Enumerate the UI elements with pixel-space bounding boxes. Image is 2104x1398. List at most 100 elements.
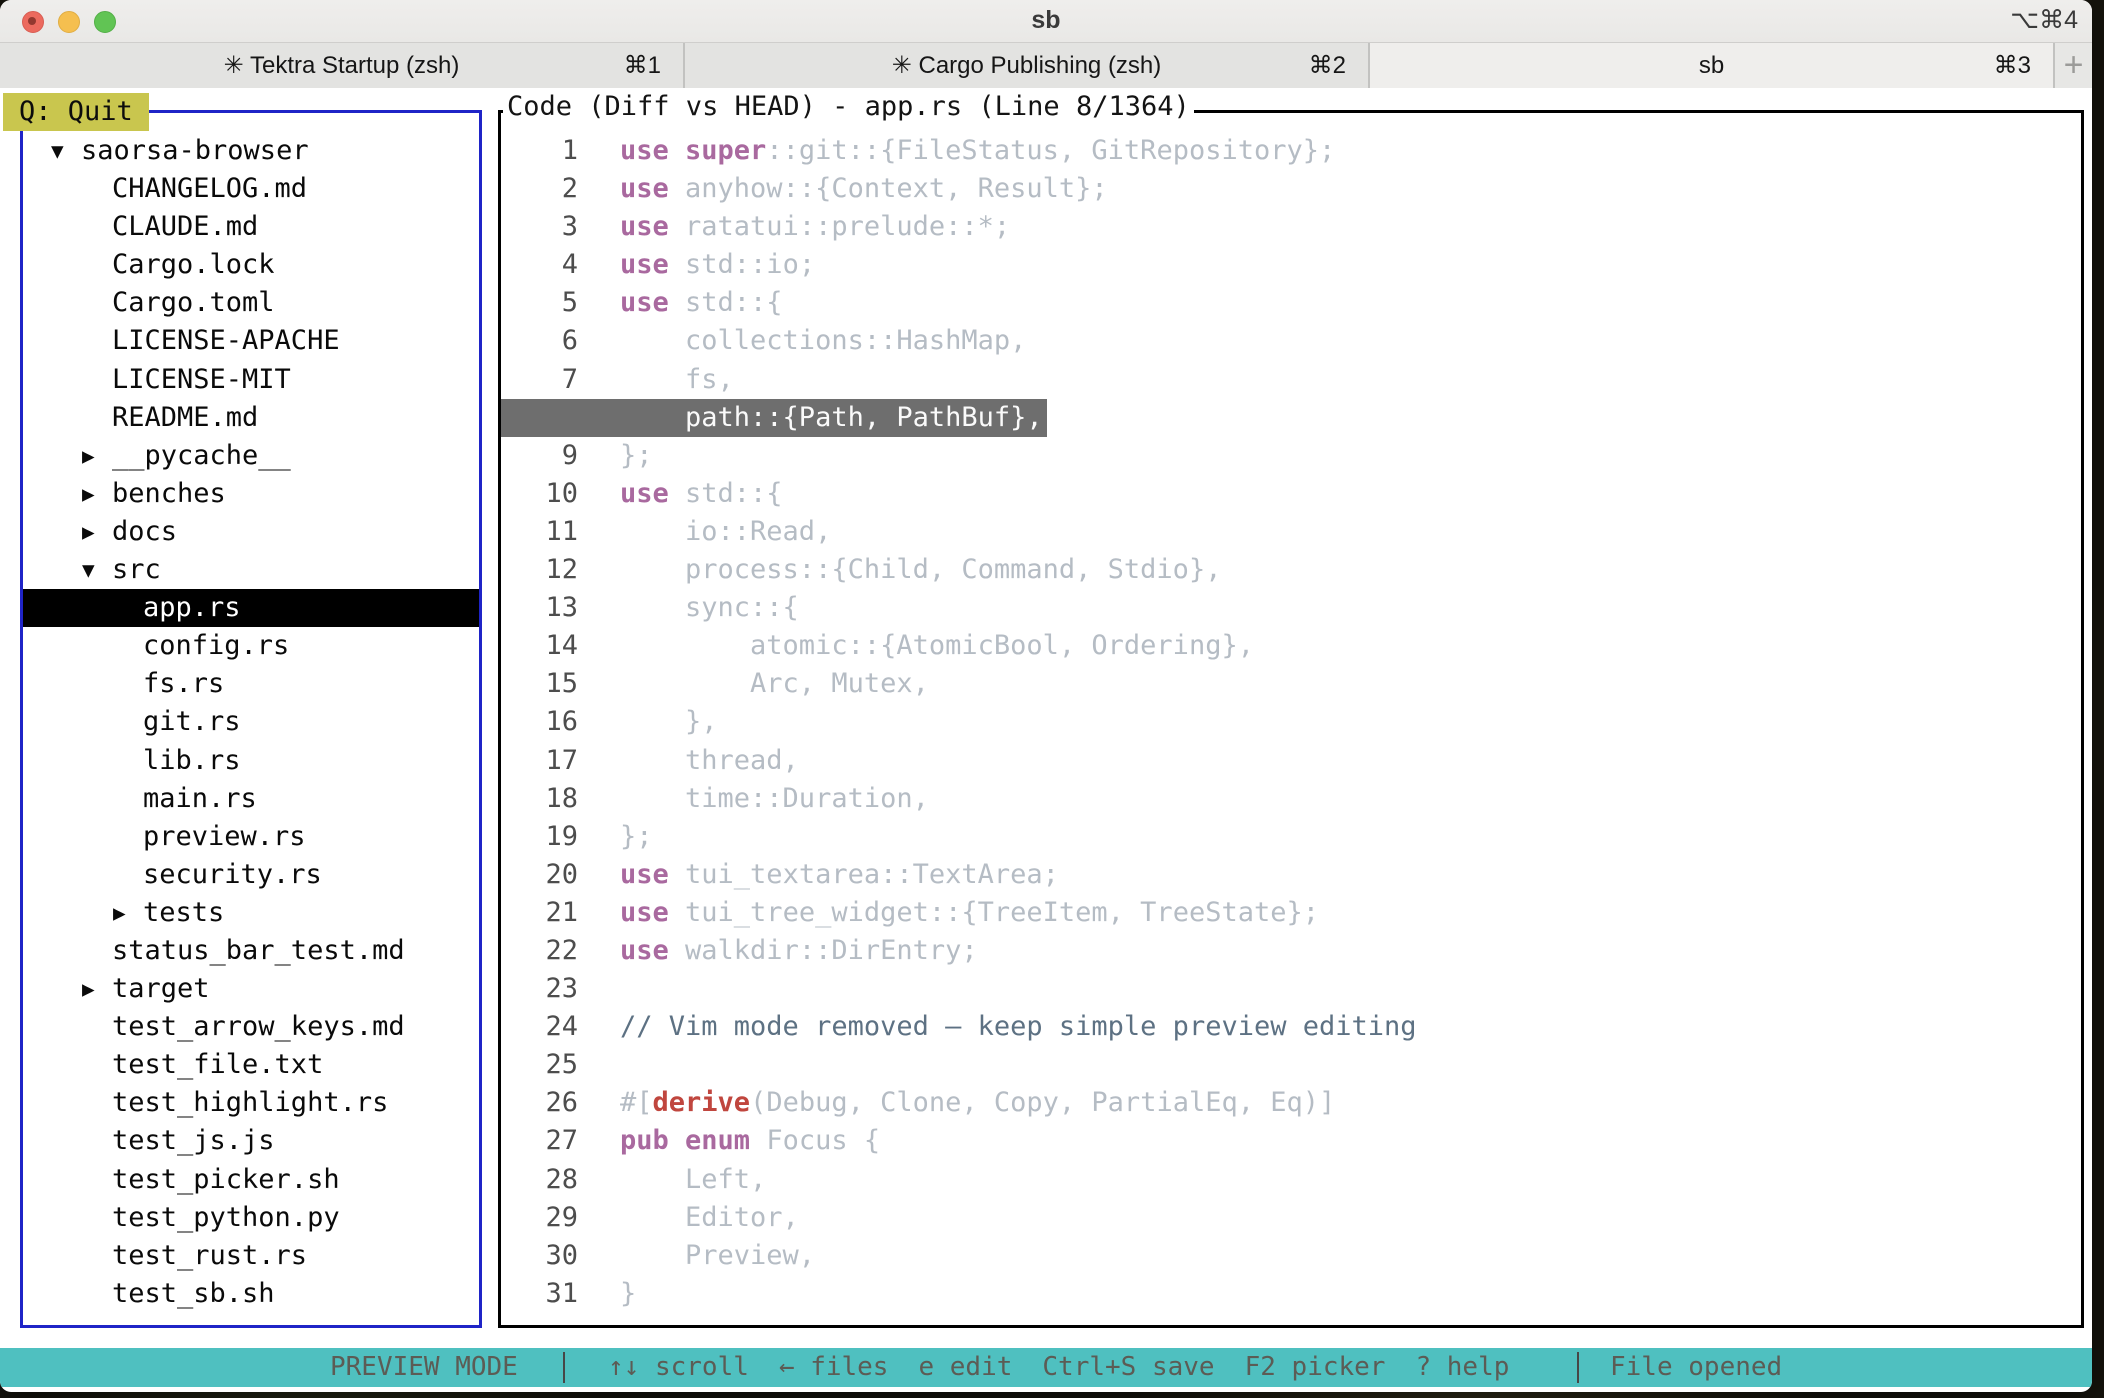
code-line[interactable]: 21use tui_tree_widget::{TreeItem, TreeSt… [501,894,2081,932]
disclosure-closed-icon[interactable]: ▶ [82,513,112,551]
code-line[interactable]: 4use std::io; [501,246,2081,284]
line-number: 10 [501,475,578,513]
code-line[interactable]: 7 fs, [501,361,2081,399]
code-line[interactable]: 10 use std::{ [501,475,2081,513]
tab-cargo-publishing[interactable]: ✳ Cargo Publishing (zsh) ⌘2 [685,43,1370,88]
tree-item-label: Cargo.lock [112,246,275,284]
line-number: 31 [501,1275,578,1313]
tree-item[interactable]: test_highlight.rs [23,1084,479,1122]
line-number: 9 [501,437,578,475]
code-line[interactable]: 2use anyhow::{Context, Result}; [501,170,2081,208]
code-line[interactable]: 18 time::Duration, [501,780,2081,818]
file-tree-panel: ▼saorsa-browserCHANGELOG.mdCLAUDE.mdCarg… [20,110,482,1328]
code-line[interactable]: 23 [501,970,2081,1008]
line-number: 30 [501,1237,578,1275]
tree-item[interactable]: main.rs [23,780,479,818]
code-line[interactable]: 5use std::{ [501,284,2081,322]
line-number: 16 [501,703,578,741]
code-text: use tui_tree_widget::{TreeItem, TreeStat… [620,894,1319,932]
line-number: 8 [501,399,578,437]
line-number: 15 [501,665,578,703]
code-text: use std::{ [620,475,783,513]
hint-files: ← files [779,1348,889,1387]
code-line[interactable]: 26#[derive(Debug, Clone, Copy, PartialEq… [501,1084,2081,1122]
status-message: File opened [1610,1348,1782,1387]
tree-item-label: test_rust.rs [112,1237,307,1275]
tree-item[interactable]: Cargo.toml [23,284,479,322]
code-line-highlighted[interactable]: 8 path::{Path, PathBuf}, [501,399,1047,437]
code-line[interactable]: 30 Preview, [501,1237,2081,1275]
code-line[interactable]: 17 thread, [501,742,2081,780]
new-tab-button[interactable]: + [2055,43,2092,88]
line-number: 20 [501,856,578,894]
code-line[interactable]: 16 }, [501,703,2081,741]
code-line[interactable]: 12 process::{Child, Command, Stdio}, [501,551,2081,589]
tree-item[interactable]: test_picker.sh [23,1161,479,1199]
tree-item[interactable]: LICENSE-MIT [23,361,479,399]
disclosure-open-icon[interactable]: ▼ [82,551,112,589]
tree-item[interactable]: ▶__pycache__ [23,437,479,475]
tree-item[interactable]: ▶benches [23,475,479,513]
tab-shortcut: ⌘1 [624,51,661,80]
tree-item[interactable]: Cargo.lock [23,246,479,284]
tree-item[interactable]: ▼src [23,551,479,589]
code-line[interactable]: 3use ratatui::prelude::*; [501,208,2081,246]
tree-item[interactable]: CLAUDE.md [23,208,479,246]
code-text: }; [620,818,653,856]
code-line[interactable]: 31} [501,1275,2081,1313]
tree-item[interactable]: ▼saorsa-browser [23,132,479,170]
line-number: 17 [501,742,578,780]
tab-sb[interactable]: sb ⌘3 [1370,43,2055,88]
tree-item[interactable]: git.rs [23,703,479,741]
tree-item[interactable]: ▶tests [23,894,479,932]
disclosure-closed-icon[interactable]: ▶ [113,894,143,932]
code-line[interactable]: 27pub enum Focus { [501,1122,2081,1160]
tree-item[interactable]: preview.rs [23,818,479,856]
disclosure-closed-icon[interactable]: ▶ [82,437,112,475]
tab-label: ✳ Tektra Startup (zsh) [224,51,460,80]
line-number: 26 [501,1084,578,1122]
tree-item[interactable]: ▶docs [23,513,479,551]
tab-tektra-startup[interactable]: ✳ Tektra Startup (zsh) ⌘1 [0,43,685,88]
tree-item[interactable]: ▶target [23,970,479,1008]
tree-item[interactable]: CHANGELOG.md [23,170,479,208]
tree-item[interactable]: LICENSE-APACHE [23,322,479,360]
tree-item[interactable]: test_file.txt [23,1046,479,1084]
tree-item[interactable]: test_python.py [23,1199,479,1237]
code-line[interactable]: 11 io::Read, [501,513,2081,551]
code-line[interactable]: 24// Vim mode removed – keep simple prev… [501,1008,2081,1046]
disclosure-closed-icon[interactable]: ▶ [82,475,112,513]
code-line[interactable]: 29 Editor, [501,1199,2081,1237]
code-text: use ratatui::prelude::*; [620,208,1010,246]
tree-item[interactable]: README.md [23,399,479,437]
tree-item[interactable]: security.rs [23,856,479,894]
tree-item[interactable]: app.rs [23,589,479,627]
tree-item[interactable]: status_bar_test.md [23,932,479,970]
tree-item[interactable]: test_sb.sh [23,1275,479,1313]
tree-item[interactable]: test_rust.rs [23,1237,479,1275]
line-number: 23 [501,970,578,1008]
disclosure-open-icon[interactable]: ▼ [51,132,81,170]
code-line[interactable]: 6 collections::HashMap, [501,322,2081,360]
tree-item[interactable]: config.rs [23,627,479,665]
code-line[interactable]: 28 Left, [501,1161,2081,1199]
code-line[interactable]: 9}; [501,437,2081,475]
tree-item-label: tests [143,894,224,932]
disclosure-closed-icon[interactable]: ▶ [82,970,112,1008]
tree-item-label: test_python.py [112,1199,340,1237]
code-line[interactable]: 13 sync::{ [501,589,2081,627]
code-line[interactable]: 14 atomic::{AtomicBool, Ordering}, [501,627,2081,665]
code-line[interactable]: 22use walkdir::DirEntry; [501,932,2081,970]
code-line[interactable]: 1use super::git::{FileStatus, GitReposit… [501,132,2081,170]
tree-item[interactable]: test_js.js [23,1122,479,1160]
tree-item[interactable]: lib.rs [23,742,479,780]
code-line[interactable]: 25 [501,1046,2081,1084]
tree-item[interactable]: test_arrow_keys.md [23,1008,479,1046]
tree-item-label: app.rs [143,589,241,627]
tree-item-label: LICENSE-MIT [112,361,291,399]
quit-hint: Q: Quit [3,93,149,131]
code-line[interactable]: 15 Arc, Mutex, [501,665,2081,703]
tree-item[interactable]: fs.rs [23,665,479,703]
code-line[interactable]: 19}; [501,818,2081,856]
code-line[interactable]: 20use tui_textarea::TextArea; [501,856,2081,894]
